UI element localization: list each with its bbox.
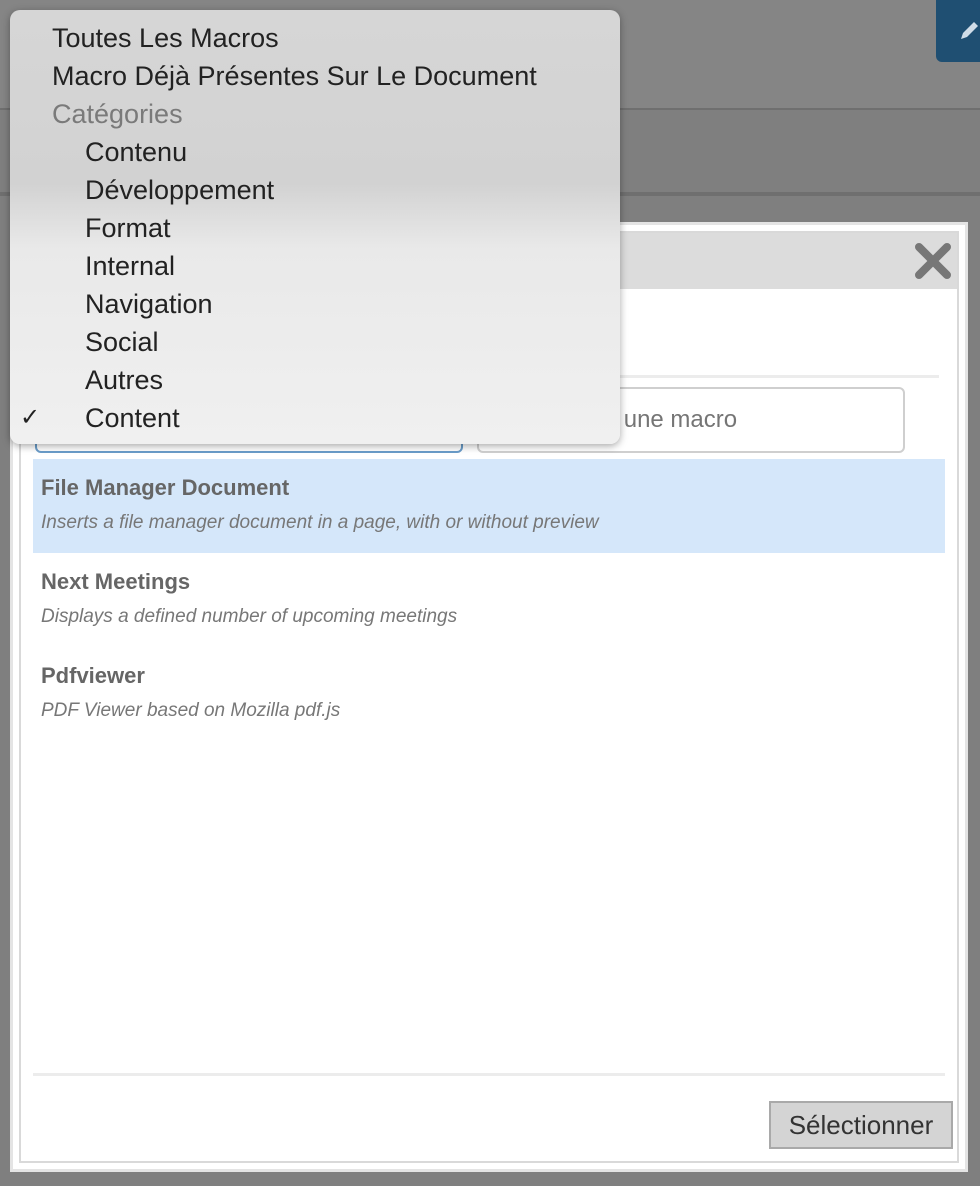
macro-description: Inserts a file manager document in a pag… — [41, 512, 599, 533]
option-label: Social — [85, 327, 159, 357]
macro-item-file-manager-document[interactable]: File Manager Document Inserts a file man… — [33, 459, 945, 553]
close-button[interactable] — [913, 241, 953, 281]
dropdown-option-developpement[interactable]: Développement — [10, 171, 620, 209]
option-label: Développement — [85, 175, 275, 205]
macro-name: Pdfviewer — [41, 663, 145, 688]
macro-description: Displays a defined number of upcoming me… — [41, 606, 458, 627]
checkmark-icon: ✓ — [20, 404, 41, 431]
option-label: Contenu — [85, 137, 188, 167]
option-label: Format — [85, 213, 171, 243]
category-dropdown-menu: Toutes Les Macros Macro Déjà Présentes S… — [10, 10, 620, 444]
pencil-icon — [961, 22, 978, 39]
dropdown-group-label: Catégories — [52, 99, 183, 129]
macro-item-pdfviewer[interactable]: Pdfviewer PDF Viewer based on Mozilla pd… — [33, 647, 945, 741]
select-button[interactable]: Sélectionner — [769, 1101, 953, 1149]
dropdown-option-macros-on-document[interactable]: Macro Déjà Présentes Sur Le Document — [10, 57, 620, 95]
macro-list: File Manager Document Inserts a file man… — [33, 459, 945, 741]
dropdown-option-internal[interactable]: Internal — [10, 247, 620, 285]
dropdown-option-autres[interactable]: Autres — [10, 361, 620, 399]
option-label: Content — [85, 403, 180, 433]
macro-name: File Manager Document — [41, 475, 290, 500]
dropdown-option-navigation[interactable]: Navigation — [10, 285, 620, 323]
dropdown-option-content[interactable]: ✓ Content — [10, 399, 620, 437]
dropdown-option-all-macros[interactable]: Toutes Les Macros — [10, 19, 620, 57]
macro-item-next-meetings[interactable]: Next Meetings Displays a defined number … — [33, 553, 945, 647]
dropdown-option-contenu[interactable]: Contenu — [10, 133, 620, 171]
dropdown-option-social[interactable]: Social — [10, 323, 620, 361]
option-label: Navigation — [85, 289, 213, 319]
dropdown-option-format[interactable]: Format — [10, 209, 620, 247]
option-label: Internal — [85, 251, 176, 281]
close-icon — [915, 243, 951, 279]
macro-description: PDF Viewer based on Mozilla pdf.js — [41, 700, 341, 721]
macro-name: Next Meetings — [41, 569, 191, 594]
option-label: Autres — [85, 365, 164, 395]
footer-divider — [33, 1073, 945, 1076]
edit-button[interactable] — [936, 0, 980, 62]
